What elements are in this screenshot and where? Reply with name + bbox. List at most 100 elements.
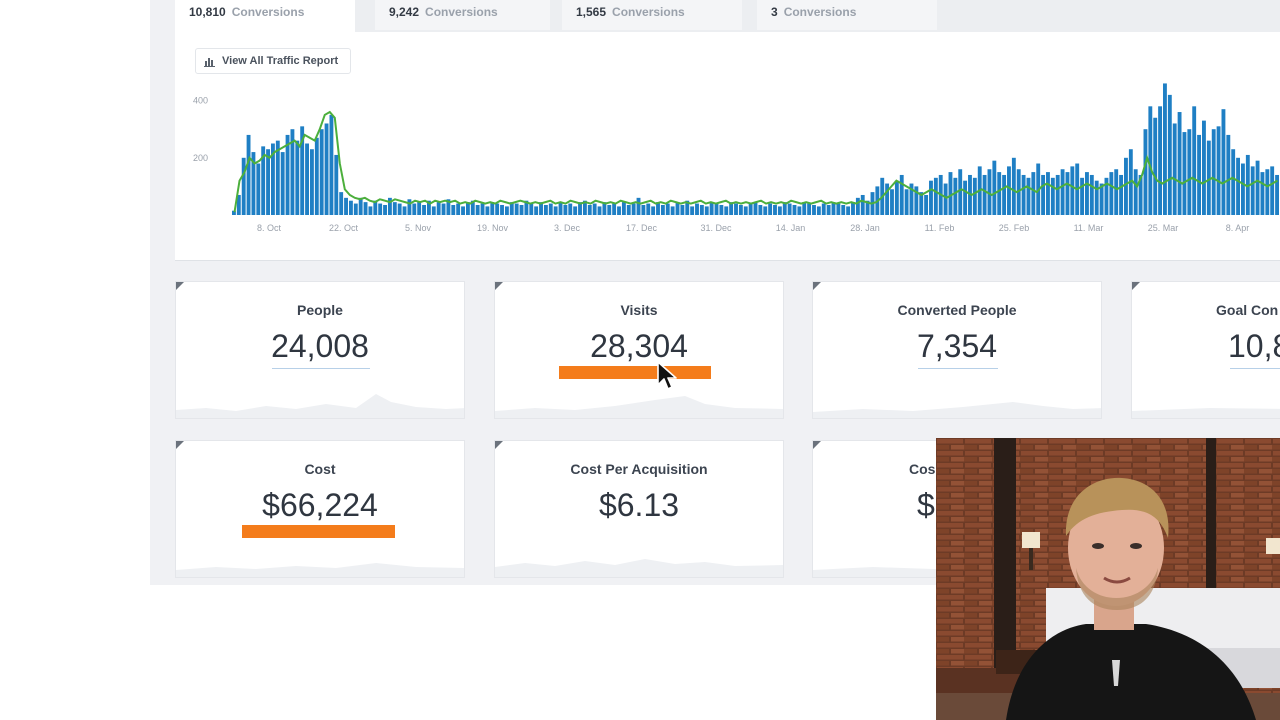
metric-card-cost[interactable]: Cost $66,224 [175,440,465,578]
chart-bar [1167,94,1172,215]
chart-bar [1221,109,1226,215]
tab-conversions-4[interactable]: 3 Conversions [757,0,937,30]
chart-bar [1255,160,1260,215]
chart-bar [334,154,339,215]
chart-bar [758,204,763,215]
chart-bar [407,199,412,215]
chart-bar [719,204,724,215]
chart-bar [485,206,490,215]
chart-bar [1187,129,1192,215]
chart-bar [1241,163,1245,215]
chart-bar [816,206,821,215]
chart-bar [743,206,748,215]
chart-bar [690,206,695,215]
chart-bar [675,202,680,215]
x-tick-label: 17. Dec [626,223,658,233]
chart-bar [548,203,553,215]
chart-bar [738,204,743,215]
chart-bar [392,202,397,215]
metric-sparkline [495,559,783,577]
metric-title: Converted People [897,302,1017,318]
chart-bar [324,123,329,215]
highlight-bar-cost [242,525,395,538]
chart-bar [1085,172,1089,215]
chart-bar [246,134,251,215]
chart-bar [631,203,636,215]
chart-bar [534,206,539,215]
presenter-video-feed [936,438,1280,720]
chart-bar [748,203,753,215]
chart-bar [368,206,373,215]
metric-card-converted-people[interactable]: Converted People 7,354 [812,281,1102,419]
chart-bar [607,204,612,215]
chart-bar [563,204,568,215]
chart-bar [982,174,987,215]
chart-bar [529,203,534,215]
chart-bar [378,203,383,215]
x-tick-label: 28. Jan [850,223,880,233]
metric-underline [1230,368,1280,369]
chart-bar [997,172,1002,215]
chart-bar [890,189,894,215]
chart-bar [1143,129,1148,215]
x-tick-label: 22. Oct [329,223,359,233]
card-corner-marker [813,441,821,449]
chart-bar [1211,129,1216,215]
metric-sparkline [176,563,464,577]
chart-bar [617,206,621,215]
chart-bar [1133,169,1138,215]
chart-bar [660,204,665,215]
metric-card-goal-conversions[interactable]: Goal Con 10,8 [1131,281,1280,419]
tab-conversions-2[interactable]: 9,242 Conversions [375,0,550,30]
view-all-traffic-report-label: View All Traffic Report [222,55,339,67]
chart-bar [1114,169,1119,215]
tab-value: 1,565 [576,5,607,19]
chart-bar [1055,174,1060,215]
chart-bar [441,203,446,215]
chart-bar [475,204,480,215]
tab-label: Conversions [783,5,857,19]
chart-bar [319,129,324,215]
metric-value: $66,224 [262,487,378,523]
chart-bar [280,152,285,215]
metric-value: 10,8 [1228,328,1280,364]
metric-title: Visits [620,302,658,318]
metric-card-people[interactable]: People 24,008 [175,281,465,419]
metric-card-cost-per-acquisition[interactable]: Cost Per Acquisition $6.13 [494,440,784,578]
chart-bar [699,204,704,215]
chart-bar [821,203,826,215]
view-all-traffic-report-button[interactable]: View All Traffic Report [195,48,352,74]
chart-bar [777,206,782,215]
chart-bar [436,202,441,215]
metric-title: People [297,302,343,318]
chart-bar [1197,134,1201,215]
chart-bar [495,203,500,215]
tab-conversions-1[interactable]: 10,810 Conversions [175,0,355,32]
x-tick-label: 19. Nov [477,223,509,233]
x-tick-label: 8. Apr [1226,223,1250,233]
chart-bar [1206,140,1211,215]
chart-bar [1226,134,1231,215]
chart-bar [807,203,812,215]
bar-chart-icon [204,58,215,67]
chart-bar [958,169,963,215]
metric-sparkline [1132,408,1280,418]
chart-bar [500,204,504,215]
chart-bar [348,200,353,215]
chart-bar [1031,172,1036,215]
chart-bar [422,204,426,215]
chart-bar [753,202,758,215]
chart-bar [1065,172,1070,215]
chart-bar [597,206,602,215]
chart-bar [855,197,860,215]
chart-bar [787,203,792,215]
metric-card-visits[interactable]: Visits 28,304 [494,281,784,419]
chart-bar [1026,177,1031,215]
chart-bar [1250,166,1255,215]
card-corner-marker [176,282,184,290]
chart-bar [558,202,563,215]
tab-conversions-3[interactable]: 1,565 Conversions [562,0,742,30]
chart-bar [904,189,909,215]
chart-bar [363,202,368,215]
chart-bar [1021,174,1026,215]
